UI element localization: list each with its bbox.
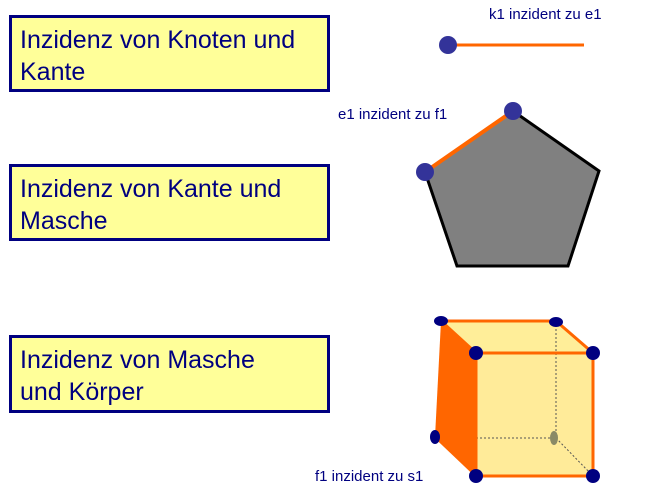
cube-vertex-back-bottom-left [430,430,440,444]
caption-edge-face: e1 inzident zu f1 [338,106,448,123]
cube-vertex-front-top-left [469,346,483,360]
caption-vertex-edge: k1 inzident zu e1 [489,6,602,23]
cube-vertex-back-top-left [434,316,448,326]
caption-face-solid: f1 inzident zu s1 [315,468,424,485]
cube-vertex-front-bottom-right [586,469,600,483]
cube-vertex-front-bottom-left [469,469,483,483]
cube-front-face [476,353,593,476]
cube-vertex-back-top-right [549,317,563,327]
cube-vertex-front-top-right [586,346,600,360]
pentagon-vertex-top [504,102,522,120]
cube-vertex-hidden [550,431,558,445]
incidence-diagram [416,36,601,483]
pentagon-vertex-left [416,163,434,181]
pentagon-face-f1 [423,109,601,268]
vertex-k1 [439,36,457,54]
